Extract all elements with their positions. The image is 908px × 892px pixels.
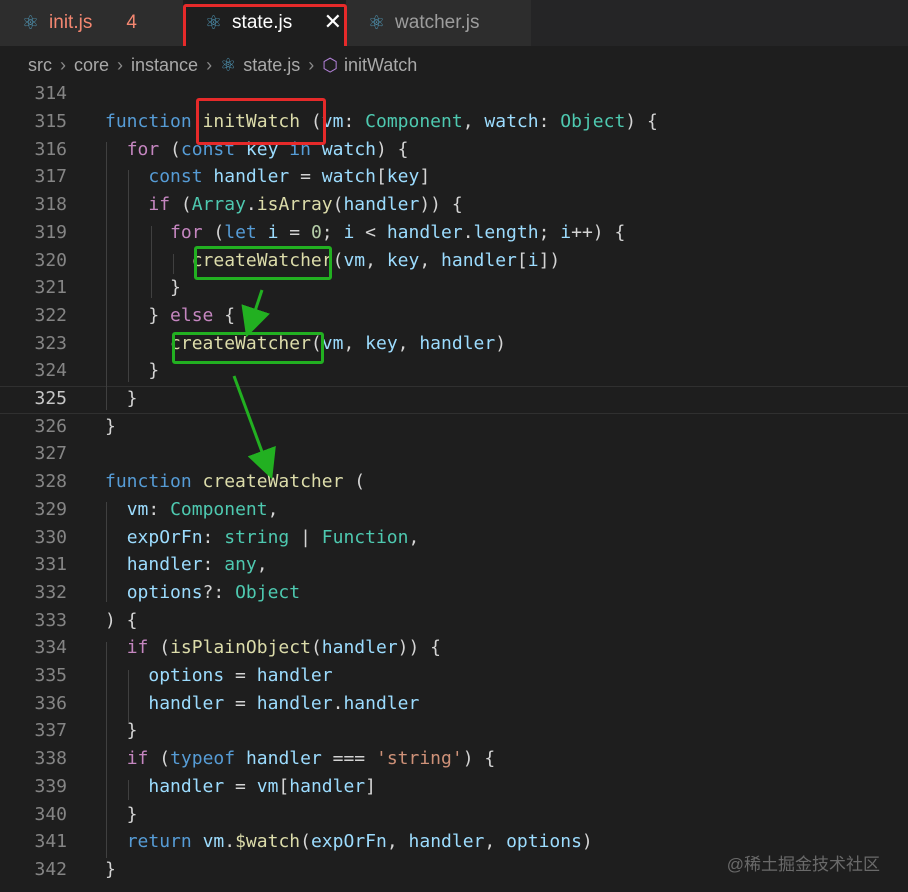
arrow [232, 375, 276, 480]
annotation-arrows [232, 289, 276, 480]
arrow [241, 289, 270, 338]
watermark: @稀土掘金技术社区 [726, 855, 880, 874]
